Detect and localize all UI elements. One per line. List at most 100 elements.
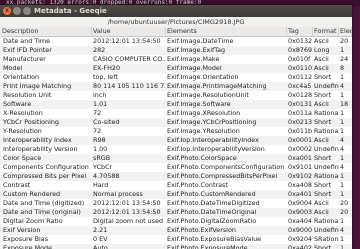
cell-value: Normal process [93, 190, 143, 198]
table-row[interactable]: Date and Time 2012:12:01 13:54:50 Exif.Ima… [1, 37, 352, 46]
cell-description: Model [3, 64, 23, 72]
table-row[interactable]: Compressed Bits per Pixel 4.70588 Exif.Pho… [1, 172, 352, 181]
table-row[interactable]: Y-Resolution 72 Exif.Image.YResolution 0x01… [1, 127, 352, 136]
cell-elements: Exif.Iop.InteroperabilityIndex [167, 136, 259, 144]
window-title: Metadata - Geeqie [34, 7, 107, 15]
cell-tag: 0x0002 [288, 145, 313, 153]
column-header-elements[interactable]: Elements [166, 27, 287, 36]
cell-description: Orientation [3, 73, 40, 81]
table-row[interactable]: Exif Version 2.21 Exif.Photo.ExifVersion 0x… [1, 226, 352, 235]
cell-value: Hard [93, 181, 109, 189]
cell-value: Digital zoom not used [93, 217, 164, 225]
cell-elements: Exif.Image.ExifTag [167, 46, 226, 54]
table-row[interactable]: Interoperability Index R98 Exif.Iop.Intero… [1, 136, 352, 145]
cell-elements: Exif.Image.ResolutionUnit [167, 91, 249, 99]
cell-description: Color Space [3, 154, 42, 162]
table-row[interactable]: Custom Rendered Normal process Exif.Photo.… [1, 190, 352, 199]
cell-description: Software [3, 100, 32, 108]
cell-value: 2012:12:01 13:54:50 [93, 199, 161, 207]
cell-format: Rational [314, 127, 339, 135]
cell-value: CASIO COMPUTER CO.,LTD. [93, 55, 165, 63]
table-row[interactable]: Interoperability Version 1.00 Exif.Iop.Int… [1, 145, 352, 154]
cell-description: Compressed Bits per Pixel [3, 172, 87, 180]
table-row[interactable]: Color Space sRGB Exif.Photo.ColorSpace 0xa0… [1, 154, 352, 163]
cell-elem: 1 [340, 109, 345, 117]
table-row[interactable]: X-Resolution 72 Exif.Image.XResolution 0x01… [1, 109, 352, 118]
cell-value: 4.70588 [93, 172, 120, 180]
cell-format: Ascii [314, 208, 329, 216]
cell-description: Contrast [3, 181, 31, 189]
cell-tag: 0x0112 [288, 73, 313, 81]
cell-format: Short [314, 91, 332, 99]
cell-tag: 0x9102 [288, 172, 313, 180]
table-row[interactable]: YCbCr Positioning Co-sited Exif.Image.YCbC… [1, 118, 352, 127]
cell-elem: 4 [340, 163, 345, 171]
cell-elem: 1 [340, 127, 345, 135]
cell-value: Auto [93, 244, 108, 249]
maximize-window-button[interactable] [23, 7, 31, 15]
column-header-description[interactable]: Description [1, 27, 92, 36]
cell-value: EX-FH20 [93, 64, 121, 72]
cell-elem: 1 [340, 46, 345, 54]
cell-value: top, left [93, 73, 118, 81]
cell-description: Interoperability Index [3, 136, 72, 144]
close-window-button[interactable]: x [3, 7, 11, 15]
cell-description: Y-Resolution [3, 127, 42, 135]
cell-value: sRGB [93, 154, 111, 162]
cell-elements: Exif.Image.XResolution [167, 109, 241, 117]
minimize-window-button[interactable] [13, 7, 21, 15]
table-row[interactable]: Contrast Hard Exif.Photo.Contrast 0xa408 Sho… [1, 181, 352, 190]
cell-elem: 1 [340, 217, 345, 225]
cell-format: Short [314, 244, 332, 249]
table-row[interactable]: Digital Zoom Ratio Digital zoom not used E… [1, 217, 352, 226]
cell-elem: 1 [340, 73, 345, 81]
table-row[interactable]: Model EX-FH20 Exif.Image.Model 0x0110 Ascii 8 [1, 64, 352, 73]
table-row[interactable]: Exposure Mode Auto Exif.Photo.ExposureMode… [1, 244, 352, 249]
metadata-table: Description Value Elements Tag Format El… [1, 27, 352, 249]
cell-elem: 1 [340, 154, 345, 162]
cell-tag: 0xa404 [288, 217, 312, 225]
table-row[interactable]: Software 1.01 Exif.Image.Software 0x0131 Asc… [1, 100, 352, 109]
cell-elements: Exif.Image.PrintImageMatching [167, 82, 267, 90]
table-row[interactable]: Orientation top, left Exif.Image.Orientati… [1, 73, 352, 82]
cell-elements: Exif.Image.YCbCrPositioning [167, 118, 257, 126]
table-row[interactable]: Manufacturer CASIO COMPUTER CO.,LTD.Exif.… [1, 55, 352, 64]
table-row[interactable]: Exposure Bias 0 EV Exif.Photo.ExposureBias… [1, 235, 352, 244]
cell-elements: Exif.Photo.ExifVersion [167, 226, 236, 234]
cell-elements: Exif.Photo.DigitalZoomRatio [167, 217, 257, 225]
column-header-elem[interactable]: Elem [339, 27, 352, 36]
cell-tag: 0x0213 [288, 118, 313, 126]
cell-elements: Exif.Image.Make [167, 55, 220, 63]
window-titlebar[interactable]: x Metadata - Geeqie [0, 5, 352, 17]
table-row[interactable]: Print Image Matching 80 114 105 110 116 7… [1, 82, 352, 91]
cell-elem: 20 [340, 208, 349, 216]
cell-format: Rational [314, 109, 339, 117]
column-header-format[interactable]: Format [313, 27, 339, 36]
cell-format: Ascii [314, 55, 329, 63]
cell-value: 0 EV [93, 235, 108, 243]
column-header-tag[interactable]: Tag [287, 27, 313, 36]
cell-tag: 0x0128 [288, 91, 313, 99]
cell-description: Resolution Unit [3, 91, 52, 99]
cell-elements: Exif.Photo.ExposureMode [167, 244, 248, 249]
table-header: Description Value Elements Tag Format El… [1, 27, 352, 37]
table-row[interactable]: Components Configuration YCbCr Exif.Photo.… [1, 163, 352, 172]
cell-tag: 0x011a [288, 109, 312, 117]
cell-elements: Exif.Image.Model [167, 64, 222, 72]
column-header-value[interactable]: Value [92, 27, 166, 36]
table-row[interactable]: Exif IFD Pointer 282 Exif.Image.ExifTag 0x8… [1, 46, 352, 55]
cell-description: Date and Time [3, 37, 50, 45]
cell-elements: Exif.Photo.Contrast [167, 181, 228, 189]
cell-format: Long [314, 46, 330, 54]
cell-tag: 0x9004 [288, 199, 313, 207]
cell-format: Rational [314, 217, 339, 225]
cell-format: Short [314, 181, 332, 189]
cell-value: 1.01 [93, 100, 108, 108]
table-row[interactable]: Date and Time (digitized) 2012:12:01 13:5… [1, 199, 352, 208]
cell-value: YCbCr [93, 163, 113, 171]
table-row[interactable]: Resolution Unit inch Exif.Image.Resolution… [1, 91, 352, 100]
cell-description: Date and Time (digitized) [3, 199, 85, 207]
table-row[interactable]: Date and Time (original) 2012:12:01 13:54… [1, 208, 352, 217]
cell-tag: 0x010f [288, 55, 311, 63]
close-icon: x [5, 7, 9, 14]
